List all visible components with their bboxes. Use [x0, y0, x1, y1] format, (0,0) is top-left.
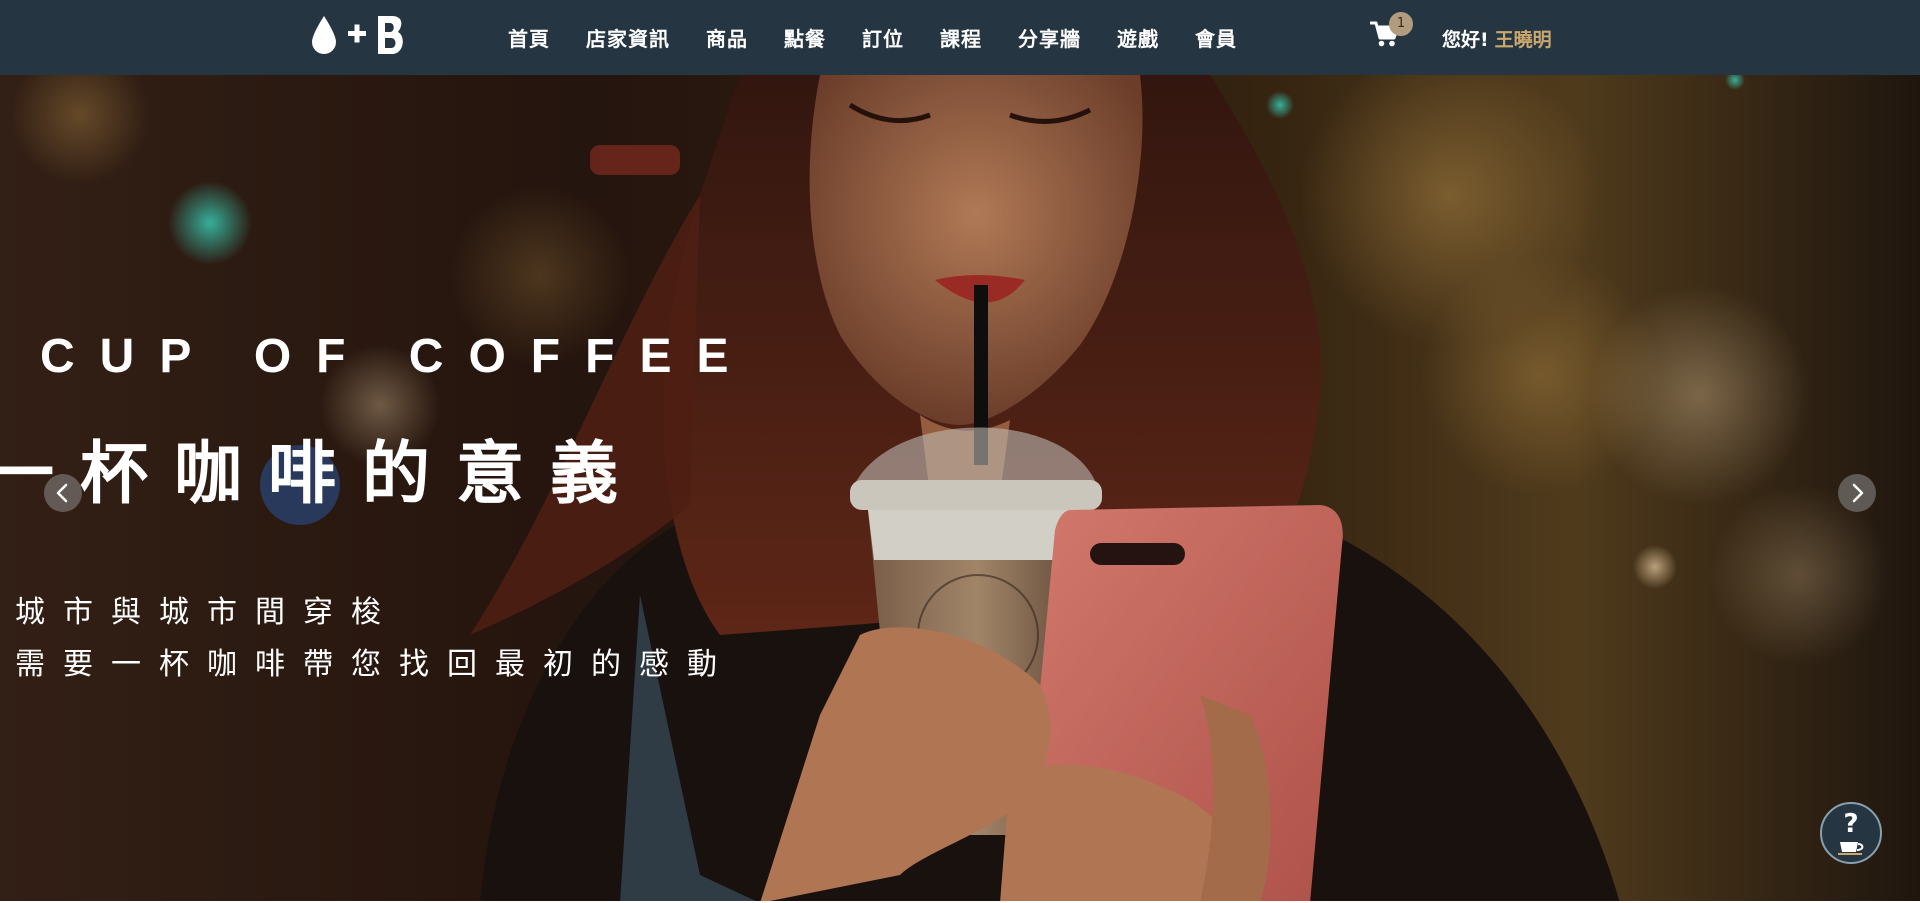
- hero-title-chinese: 一杯咖啡的意義: [0, 435, 645, 514]
- nav-item-order[interactable]: 點餐: [784, 23, 826, 52]
- hero-carousel: CUP OF COFFEE 一杯咖啡的意義 城市與城市間穿梭 需要一杯咖啡帶您找…: [0, 75, 1920, 903]
- svg-text:?: ?: [1843, 809, 1858, 839]
- question-coffee-icon: ?: [1838, 809, 1864, 855]
- chevron-right-icon: [1852, 483, 1864, 503]
- greeting-text: 您好!: [1442, 29, 1489, 51]
- user-name-link[interactable]: 王曉明: [1495, 29, 1552, 51]
- user-greeting: 您好! 王曉明: [1442, 25, 1552, 52]
- nav-item-courses[interactable]: 課程: [940, 23, 982, 52]
- main-menu: 首頁 店家資訊 商品 點餐 訂位 課程 分享牆 遊戲 會員: [508, 0, 1237, 75]
- top-navbar: 首頁 店家資訊 商品 點餐 訂位 課程 分享牆 遊戲 會員 1 您好! 王曉明: [0, 0, 1920, 75]
- nav-item-home[interactable]: 首頁: [508, 23, 550, 52]
- nav-item-store-info[interactable]: 店家資訊: [586, 23, 670, 52]
- help-button[interactable]: ?: [1820, 802, 1882, 864]
- nav-item-member[interactable]: 會員: [1195, 23, 1237, 52]
- brand-logo-icon[interactable]: [312, 14, 404, 56]
- hero-title-english: CUP OF COFFEE: [40, 330, 754, 383]
- carousel-next-button[interactable]: [1838, 474, 1876, 512]
- carousel-prev-button[interactable]: [44, 474, 82, 512]
- nav-item-share-wall[interactable]: 分享牆: [1018, 23, 1081, 52]
- hero-subtitle-line-2: 需要一杯咖啡帶您找回最初的感動: [15, 647, 735, 682]
- cart-count-badge: 1: [1389, 12, 1413, 36]
- nav-item-products[interactable]: 商品: [706, 23, 748, 52]
- nav-item-games[interactable]: 遊戲: [1117, 23, 1159, 52]
- chevron-left-icon: [56, 483, 68, 503]
- hero-subtitle-line-1: 城市與城市間穿梭: [15, 595, 399, 630]
- nav-item-reservation[interactable]: 訂位: [862, 23, 904, 52]
